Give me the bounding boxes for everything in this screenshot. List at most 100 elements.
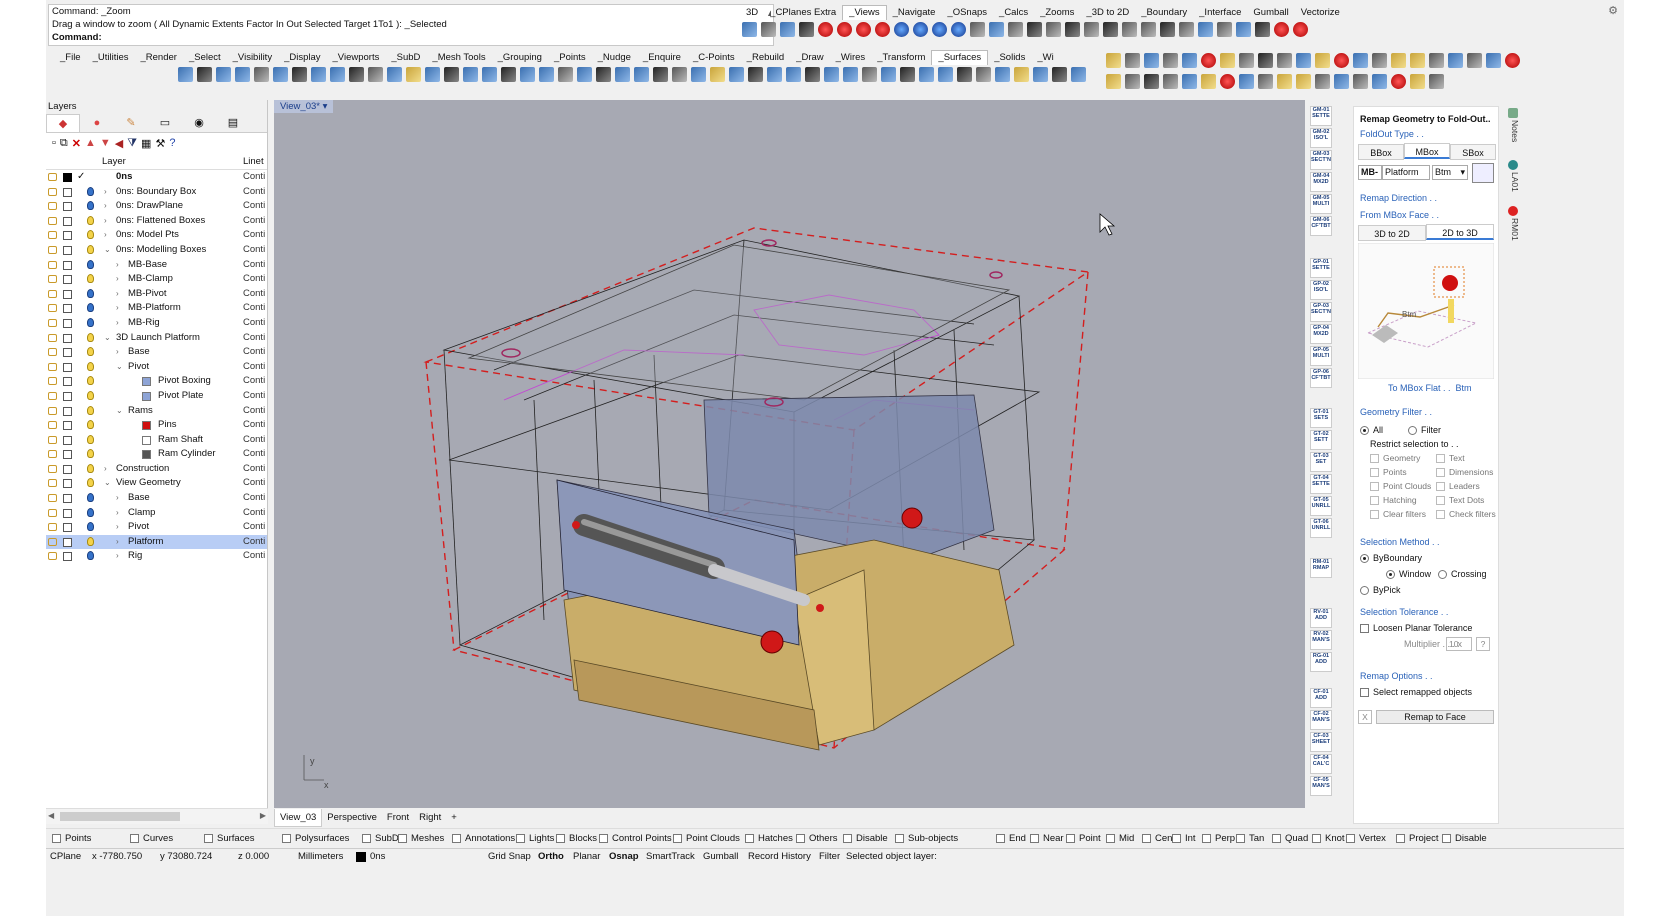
lock-icon[interactable] — [48, 231, 57, 240]
chevron-right-icon[interactable]: › — [116, 506, 119, 521]
current-layer[interactable]: 0ns — [370, 849, 385, 865]
brush-icon[interactable]: ✎ — [114, 114, 148, 132]
chevron-right-icon[interactable]: › — [116, 287, 119, 302]
toolbar-tab[interactable]: _Boundary — [1135, 6, 1193, 20]
filter-option[interactable]: Leaders — [1436, 481, 1480, 492]
chevron-right-icon[interactable]: › — [116, 345, 119, 360]
mb-name-input[interactable]: Platform — [1382, 165, 1430, 180]
menu-tab[interactable]: _Grouping — [492, 51, 548, 65]
lock-icon[interactable] — [48, 260, 57, 269]
tool-icon[interactable] — [938, 67, 953, 82]
tool-icon[interactable] — [780, 22, 795, 37]
menu-tab[interactable]: _Select — [183, 51, 227, 65]
tool-icon[interactable] — [1296, 74, 1311, 89]
ortho-toggle[interactable]: Ortho — [538, 849, 564, 865]
tool-icon[interactable] — [653, 67, 668, 82]
osnap-item[interactable]: Cen — [1142, 829, 1172, 848]
tool-icon[interactable] — [1372, 74, 1387, 89]
osnap-item[interactable]: Disable — [1442, 829, 1487, 848]
scroll-left-icon[interactable]: ◀ — [48, 811, 54, 820]
tool-icon[interactable] — [957, 67, 972, 82]
tool-icon[interactable] — [1353, 53, 1368, 68]
layer-linetype[interactable]: Conti — [243, 301, 265, 316]
delete-layer-icon[interactable]: ✕ — [72, 137, 81, 150]
lock-icon[interactable] — [48, 348, 57, 357]
tool-icon[interactable] — [1315, 53, 1330, 68]
tool-icon[interactable] — [1258, 53, 1273, 68]
help-icon[interactable]: ? — [169, 137, 175, 149]
tool-icon[interactable] — [761, 22, 776, 37]
display-icon[interactable]: ▭ — [148, 114, 182, 132]
document-icon[interactable]: ▤ — [216, 114, 250, 132]
toolbar-tab[interactable]: _Calcs — [993, 6, 1034, 20]
layer-name[interactable]: 0ns: Modelling Boxes — [116, 243, 206, 258]
tool-icon[interactable] — [1106, 53, 1121, 68]
tool-icon[interactable] — [235, 67, 250, 82]
chevron-right-icon[interactable]: › — [116, 549, 119, 564]
view-tab[interactable]: View_03 — [274, 809, 323, 827]
osnap-item[interactable]: Tan — [1236, 829, 1264, 848]
lock-icon[interactable] — [48, 377, 57, 386]
layer-visibility-box[interactable] — [63, 289, 72, 299]
osnap-item[interactable]: Perp — [1202, 829, 1235, 848]
layer-visibility-box[interactable] — [63, 537, 72, 547]
lightbulb-icon[interactable] — [87, 507, 94, 517]
lock-icon[interactable] — [48, 202, 57, 211]
lightbulb-icon[interactable] — [87, 230, 94, 240]
lightbulb-icon[interactable] — [87, 215, 94, 225]
scroll-thumb[interactable] — [60, 812, 180, 821]
lock-icon[interactable] — [48, 391, 57, 400]
chevron-right-icon[interactable]: › — [104, 214, 107, 229]
layer-linetype[interactable]: Conti — [243, 418, 265, 433]
chevron-right-icon[interactable]: › — [116, 535, 119, 550]
tool-icon[interactable] — [748, 67, 763, 82]
menu-tab[interactable]: _Enquire — [637, 51, 687, 65]
tool-icon[interactable] — [1163, 74, 1178, 89]
smarttrack-toggle[interactable]: SmartTrack — [646, 849, 695, 865]
mb-face-select[interactable]: Btm ▾ — [1432, 165, 1468, 180]
layer-visibility-box[interactable] — [63, 450, 72, 460]
la01-icon[interactable] — [1508, 160, 1518, 170]
layer-name[interactable]: MB-Pivot — [128, 287, 167, 302]
toolbar-tab[interactable]: _Zooms — [1034, 6, 1080, 20]
tool-icon[interactable] — [843, 67, 858, 82]
layer-visibility-box[interactable] — [63, 391, 72, 401]
layer-color-swatch[interactable] — [63, 173, 72, 182]
layer-linetype[interactable]: Conti — [243, 506, 265, 521]
layer-row[interactable]: › Base Conti — [46, 491, 267, 506]
tool-icon[interactable] — [1274, 22, 1289, 37]
side-command-button[interactable]: GP-06 CF'TBT — [1310, 368, 1332, 388]
layer-linetype[interactable]: Conti — [243, 185, 265, 200]
layer-name[interactable]: Construction — [116, 462, 169, 477]
side-command-button[interactable]: RV-01 ADD — [1310, 608, 1332, 628]
tool-icon[interactable] — [1182, 74, 1197, 89]
tool-icon[interactable] — [1429, 53, 1444, 68]
lock-icon[interactable] — [48, 216, 57, 225]
cplane-label[interactable]: CPlane — [50, 849, 81, 865]
loosen-checkbox[interactable]: Loosen Planar Tolerance — [1360, 623, 1472, 634]
lock-icon[interactable] — [48, 552, 57, 561]
layer-name[interactable]: 0ns: Boundary Box — [116, 185, 196, 200]
layer-row[interactable]: ⌄ Rams Conti — [46, 404, 267, 419]
layer-linetype[interactable]: Conti — [243, 447, 265, 462]
lightbulb-icon[interactable] — [87, 274, 94, 284]
tool-icon[interactable] — [970, 22, 985, 37]
layer-linetype[interactable]: Conti — [243, 272, 265, 287]
filter-item[interactable]: Sub-objects — [895, 829, 958, 848]
tool-icon[interactable] — [1220, 74, 1235, 89]
side-command-button[interactable]: GM-05 MULTI — [1310, 194, 1332, 214]
layer-linetype[interactable]: Conti — [243, 287, 265, 302]
lightbulb-icon[interactable] — [87, 493, 94, 503]
tool-icon[interactable] — [1046, 22, 1061, 37]
layer-row[interactable]: Ram Cylinder Conti — [46, 447, 267, 462]
tool-icon[interactable] — [1429, 74, 1444, 89]
tool-icon[interactable] — [1391, 53, 1406, 68]
layer-visibility-box[interactable] — [63, 479, 72, 489]
tool-icon[interactable] — [1071, 67, 1086, 82]
tool-icon[interactable] — [539, 67, 554, 82]
filter-item[interactable]: Point Clouds — [673, 829, 740, 848]
menu-tab[interactable]: _Mesh Tools — [426, 51, 491, 65]
toolbar-tab[interactable]: _OSnaps — [941, 6, 993, 20]
lightbulb-icon[interactable] — [87, 551, 94, 561]
layer-linetype[interactable]: Conti — [243, 491, 265, 506]
